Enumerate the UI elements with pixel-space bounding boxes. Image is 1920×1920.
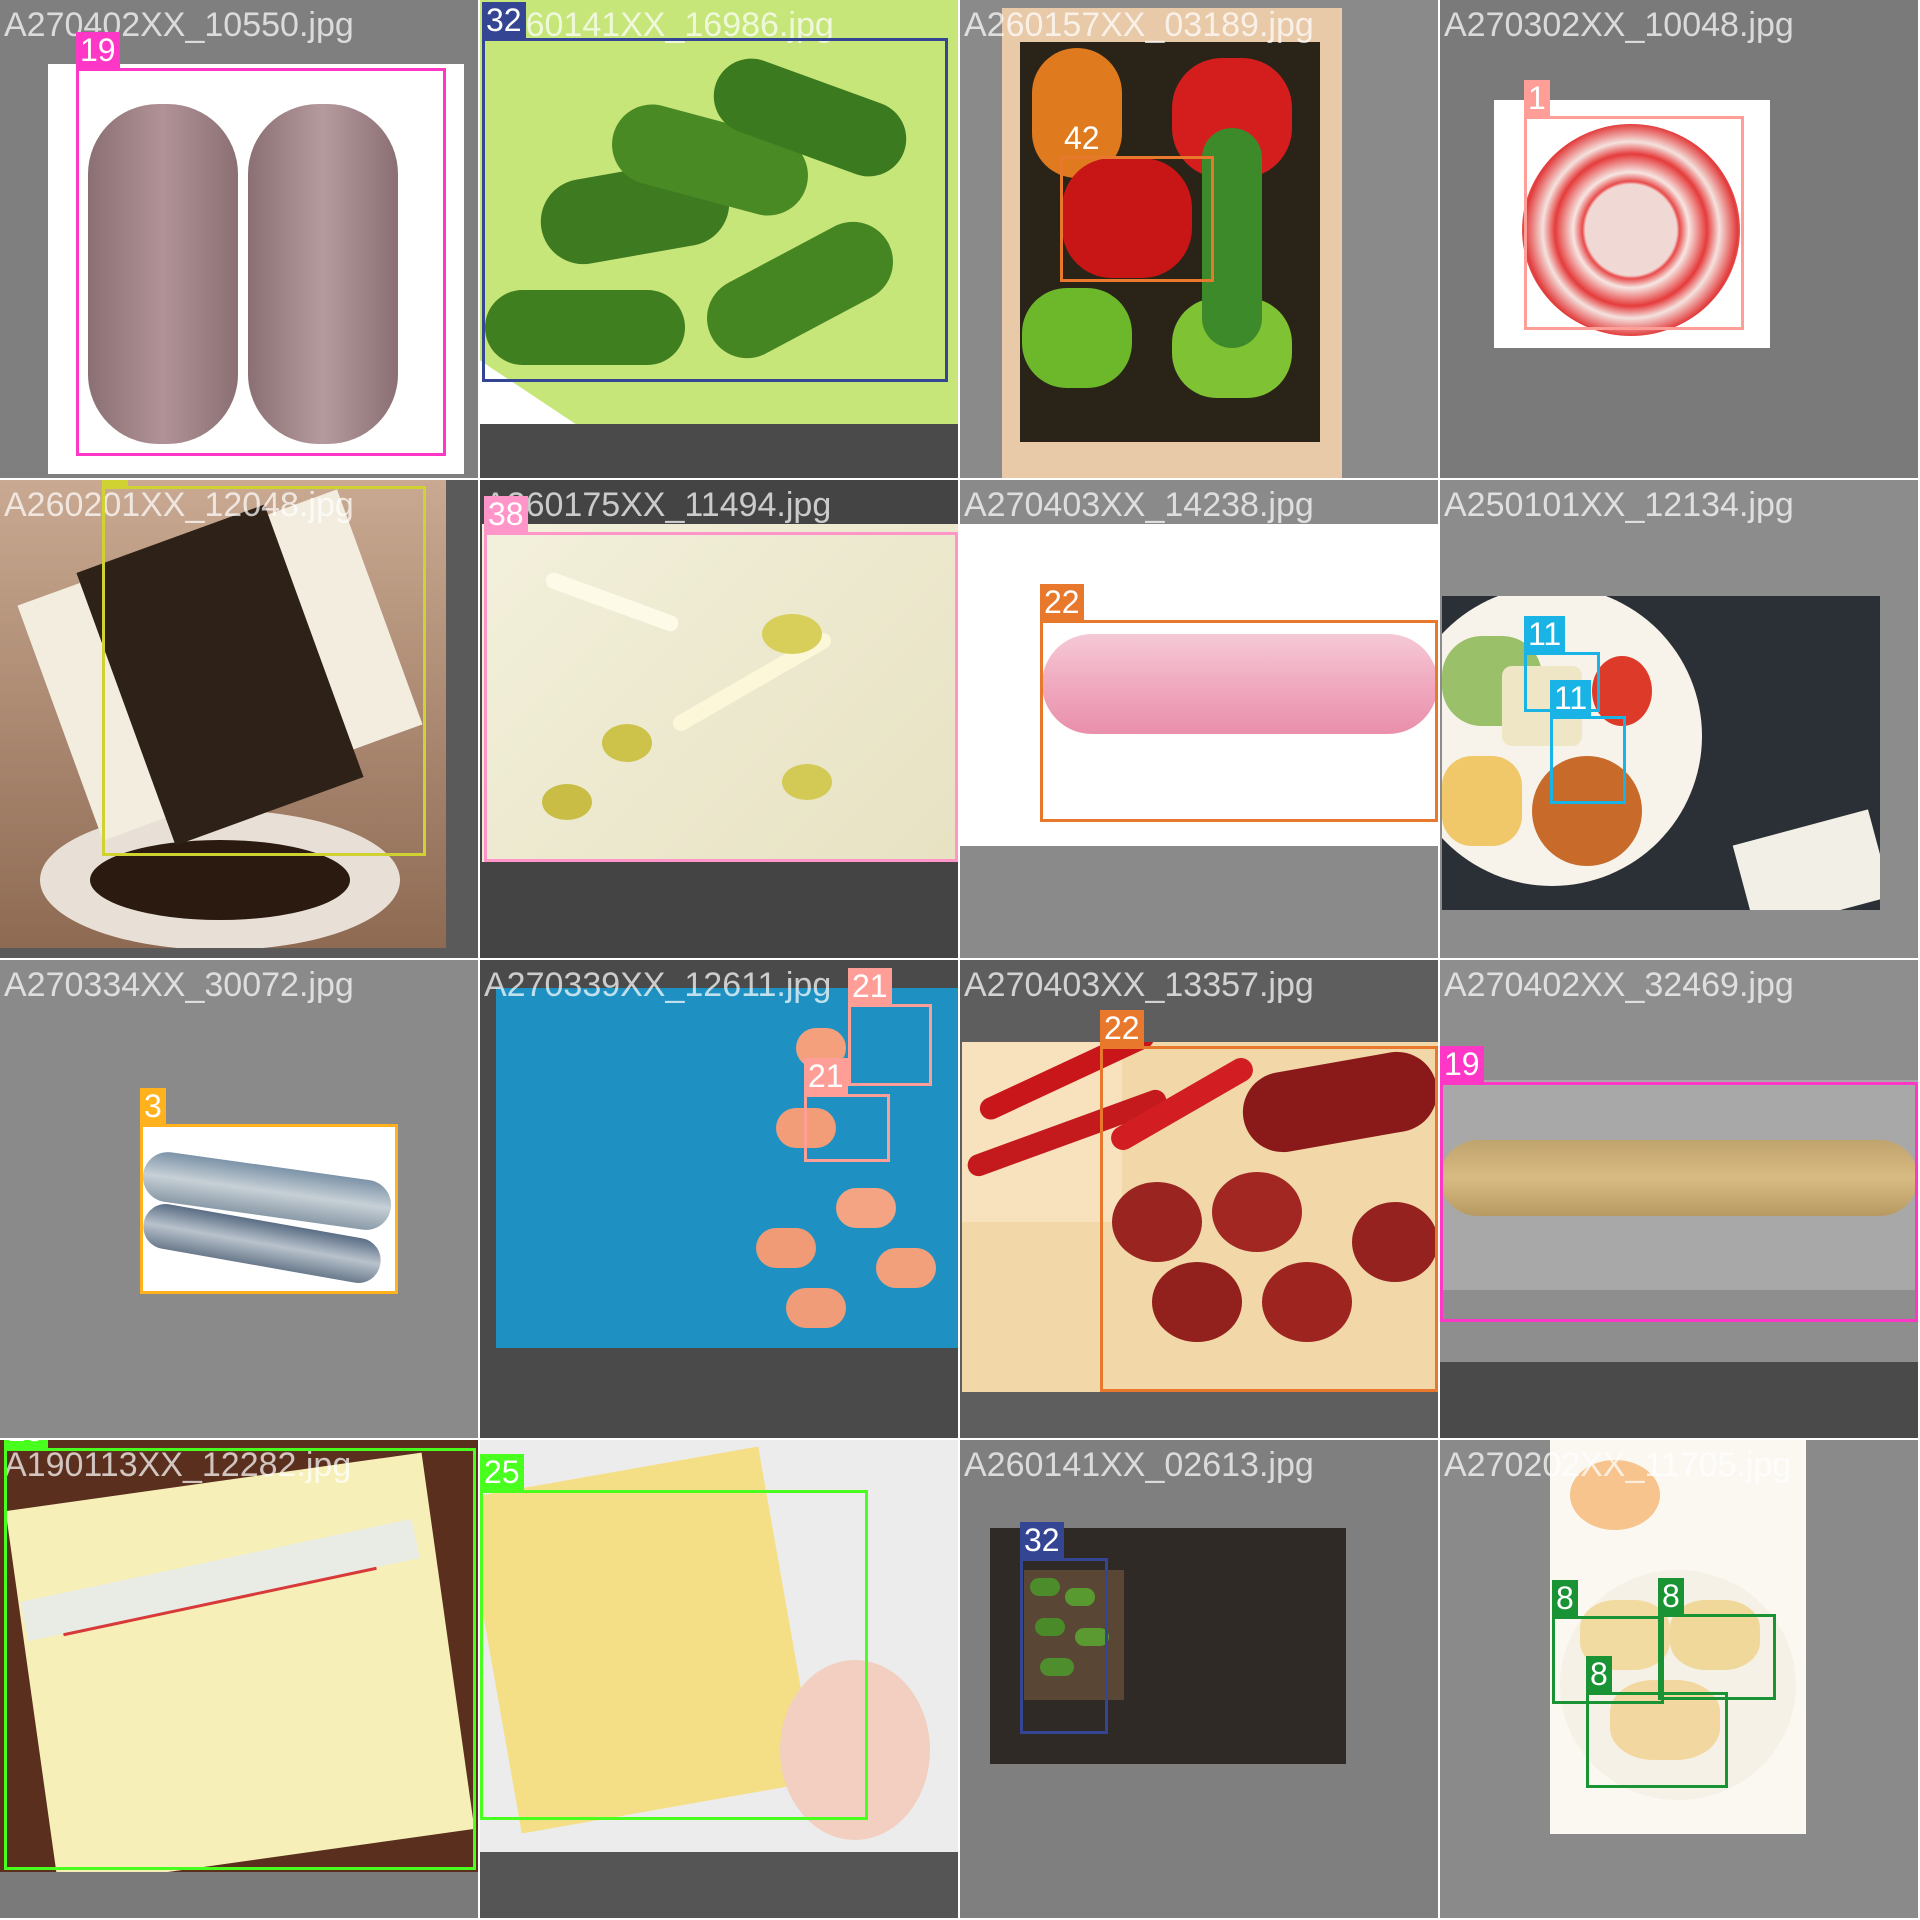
filename-label: A270403XX_14238.jpg: [964, 486, 1314, 524]
tile-6: A260175XX_11494.jpg 38: [480, 480, 958, 958]
class-tag: 25: [480, 1454, 524, 1490]
filename-label: A270402XX_32469.jpg: [1444, 966, 1794, 1004]
tile-2: A260141XX_16986.jpg 32: [480, 0, 958, 478]
class-tag: 42: [1064, 120, 1100, 156]
bbox-1: 22: [1100, 1010, 1438, 1392]
filename-label: A270302XX_10048.jpg: [1444, 6, 1794, 44]
bbox-1: 21: [848, 968, 932, 1086]
class-tag: 4: [102, 480, 128, 486]
tile-5: A260201XX_12048.jpg 4: [0, 480, 478, 958]
bbox-1: 19: [76, 32, 446, 456]
tile-4: A270302XX_10048.jpg 1: [1440, 0, 1918, 478]
bbox-1: 19: [1440, 1046, 1918, 1322]
class-tag: 19: [76, 32, 120, 68]
class-tag: 11: [1524, 616, 1566, 652]
bbox-2: 21: [804, 1058, 890, 1162]
tile-14: 25: [480, 1440, 958, 1918]
tile-bottom-band: [1440, 1362, 1918, 1438]
tile-12: A270402XX_32469.jpg 19: [1440, 960, 1918, 1438]
class-tag: 11: [1550, 680, 1592, 716]
class-tag: 32: [482, 2, 526, 38]
tile-15: A260141XX_02613.jpg 32: [960, 1440, 1438, 1918]
class-tag: 8: [1658, 1578, 1684, 1614]
bbox-1: 32: [1020, 1522, 1108, 1734]
bbox-1: 25: [480, 1454, 868, 1820]
tile-8: A250101XX_12134.jpg 11 11: [1440, 480, 1918, 958]
bbox-1: 1: [1524, 80, 1744, 330]
class-tag: 25: [4, 1440, 48, 1448]
bbox-1: 38: [484, 496, 958, 862]
tile-9: A270334XX_30072.jpg 3: [0, 960, 478, 1438]
tile-7: A270403XX_14238.jpg 22: [960, 480, 1438, 958]
filename-label: A270403XX_13357.jpg: [964, 966, 1314, 1004]
class-tag: 21: [804, 1058, 848, 1094]
tile-3: A260157XX_03189.jpg 42: [960, 0, 1438, 478]
class-tag: 21: [848, 968, 892, 1004]
class-tag: 22: [1040, 584, 1084, 620]
bbox-1: 42: [1060, 120, 1214, 282]
filename-label: A270334XX_30072.jpg: [4, 966, 354, 1004]
class-tag: 32: [1020, 1522, 1064, 1558]
class-tag: 8: [1586, 1656, 1612, 1692]
filename-label: A260175XX_11494.jpg: [484, 486, 832, 524]
tile-13: A190113XX_12282.jpg 25: [0, 1440, 478, 1918]
tile-1: A270402XX_10550.jpg 19: [0, 0, 478, 478]
image-mosaic: A270402XX_10550.jpg 19 A260141XX_16986.j…: [0, 0, 1920, 1920]
class-tag: 3: [140, 1088, 166, 1124]
bbox-1: 4: [102, 480, 426, 856]
bbox-2: 8: [1658, 1578, 1776, 1700]
bbox-2: 11: [1550, 680, 1626, 804]
filename-label: A250101XX_12134.jpg: [1444, 486, 1794, 524]
bbox-1: 22: [1040, 584, 1438, 822]
filename-label: A270402XX_10550.jpg: [4, 6, 354, 44]
class-tag: 1: [1524, 80, 1550, 116]
tile-16: A270202XX_11705.jpg 8 8 8: [1440, 1440, 1918, 1918]
tile-11: A270403XX_13357.jpg 22: [960, 960, 1438, 1438]
bbox-3: 8: [1586, 1656, 1728, 1788]
bbox-1: 3: [140, 1088, 398, 1294]
class-tag: 19: [1440, 1046, 1484, 1082]
tile-10: A270339XX_12611.jpg 21 21: [480, 960, 958, 1438]
class-tag: 8: [1552, 1580, 1578, 1616]
bbox-1: 25: [4, 1440, 476, 1870]
filename-label: A260141XX_02613.jpg: [964, 1446, 1314, 1484]
class-tag: 38: [484, 496, 528, 532]
class-tag: 22: [1100, 1010, 1144, 1046]
bbox-1: 32: [482, 2, 948, 382]
tile-photo: [1442, 596, 1880, 910]
